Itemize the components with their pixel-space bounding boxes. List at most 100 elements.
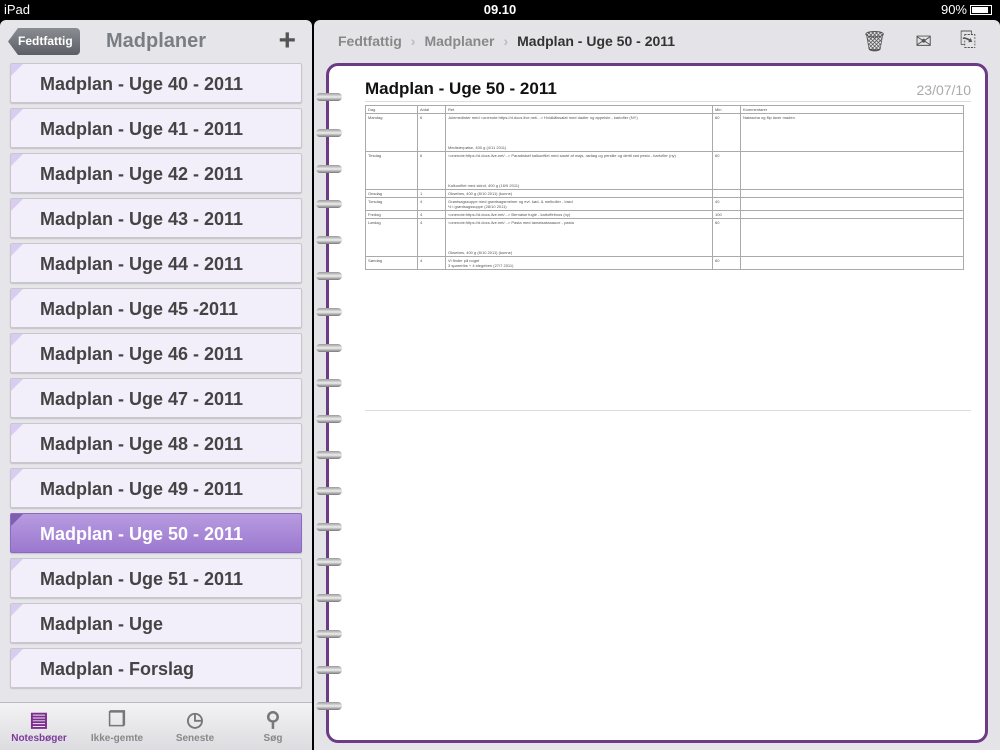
tab-label: Søg — [263, 733, 283, 744]
plus-icon[interactable]: + — [278, 24, 296, 58]
search-icon: ⚲ — [265, 709, 281, 731]
table-cell[interactable] — [740, 189, 964, 198]
ring — [316, 93, 342, 101]
table-cell[interactable]: Fredag — [365, 210, 418, 219]
ring — [316, 594, 342, 603]
sidebar-item[interactable]: Madplan - Uge 41 - 2011 — [10, 108, 302, 148]
column-header: Kommentarer — [740, 105, 964, 114]
ring — [316, 236, 342, 245]
mail-icon[interactable]: ✉ — [915, 29, 932, 54]
sidebar-item[interactable]: Madplan - Uge 40 - 2011 — [10, 63, 302, 103]
table-cell[interactable] — [740, 256, 964, 270]
ring — [316, 451, 342, 459]
table-cell[interactable]: <onenote:https://d.docs.live.net/...> Pa… — [445, 151, 713, 190]
table-row: Fredag 4 <onenote:https://d.docs.live.net/… — [365, 210, 964, 219]
page-title: Madplan - Uge 50 - 2011 — [365, 79, 557, 98]
table-row: Onsdag 1 Oksefars, 400 g (8/10 2011) (kunn… — [365, 189, 964, 198]
sidebar-item[interactable]: Madplan - Uge 45 -2011 — [10, 288, 302, 328]
table-cell[interactable]: Julemedister med <onenote:https://d.docs… — [445, 113, 713, 152]
notebook-icon: ▤ — [29, 709, 49, 731]
tab-bar: ▤ Notesbøger ❐ Ikke-gemte ◷ Seneste ⚲ Søg — [0, 702, 312, 750]
new-page-icon[interactable]: ⎘ — [960, 29, 976, 54]
ring — [316, 522, 342, 531]
breadcrumb-section[interactable]: Madplaner — [424, 33, 494, 49]
sidebar-item[interactable]: Madplan - Uge 46 - 2011 — [10, 333, 302, 373]
ring — [316, 164, 342, 173]
table-row: Søndag 4 Vi finder på noget 3 spareribs + … — [365, 256, 964, 270]
breadcrumb-notebook[interactable]: Fedtfattig — [338, 33, 402, 49]
page-date: 23/07/10 — [916, 82, 972, 98]
table-cell[interactable]: <onenote:https://d.docs.live.net/...> Pa… — [445, 218, 713, 257]
ring — [316, 701, 342, 710]
table-cell[interactable] — [712, 189, 741, 198]
divider — [365, 410, 971, 411]
divider — [365, 101, 971, 102]
battery: 90% — [941, 2, 992, 17]
table-cell[interactable]: 60 — [712, 113, 741, 152]
table-cell[interactable]: Vi finder på noget 3 spareribs + 4 stege… — [445, 256, 713, 270]
table-cell[interactable]: 60 — [712, 256, 741, 270]
sidebar-item[interactable]: Madplan - Uge — [10, 603, 302, 643]
sidebar: Fedtfattig Madplaner + Madplan - Uge 40 … — [0, 20, 312, 750]
table-cell[interactable]: 4 — [417, 210, 446, 219]
sidebar-item[interactable]: Madplan - Uge 48 - 2011 — [10, 423, 302, 463]
ring — [316, 630, 342, 638]
sidebar-item[interactable]: Madplan - Uge 51 - 2011 — [10, 558, 302, 598]
sidebar-item[interactable]: Madplan - Uge 47 - 2011 — [10, 378, 302, 418]
table-row: Torsdag 4 Grøntsagssuppe med grøntsagsmeln… — [365, 197, 964, 211]
sidebar-item[interactable]: Madplan - Uge 44 - 2011 — [10, 243, 302, 283]
page-view: Fedtfattig › Madplaner › Madplan - Uge 50 - … — [314, 20, 1000, 750]
tab-clock[interactable]: ◷ Seneste — [156, 703, 234, 750]
sidebar-item[interactable]: Madplan - Uge 50 - 2011 — [10, 513, 302, 553]
table-cell[interactable]: 4 — [417, 218, 446, 257]
table-cell[interactable]: Lørdag — [365, 218, 418, 257]
table-cell[interactable]: 4 — [417, 197, 446, 211]
sidebar-item[interactable]: Madplan - Uge 42 - 2011 — [10, 153, 302, 193]
tab-label: Notesbøger — [11, 733, 67, 744]
table-cell[interactable]: Søndag — [365, 256, 418, 270]
ring — [316, 128, 342, 137]
table-cell[interactable]: 6 — [417, 151, 446, 190]
table-cell[interactable]: Torsdag — [365, 197, 418, 211]
trash-icon[interactable]: 🗑 — [862, 29, 887, 54]
table-cell[interactable] — [740, 218, 964, 257]
table-cell[interactable]: <onenote:https://d.docs.live.net/...> Be… — [445, 210, 713, 219]
table-cell[interactable]: Mandag — [365, 113, 418, 152]
table-cell[interactable] — [740, 151, 964, 190]
table-cell[interactable]: 6 — [417, 113, 446, 152]
table-cell[interactable]: 60 — [712, 151, 741, 190]
table-row: Tirsdag 6 <onenote:https://d.docs.live.net… — [365, 151, 964, 190]
tab-label: Seneste — [175, 733, 215, 744]
tab-documents[interactable]: ❐ Ikke-gemte — [78, 703, 156, 750]
table-cell[interactable] — [740, 197, 964, 211]
sidebar-title: Madplaner — [105, 30, 207, 52]
documents-icon: ❐ — [108, 709, 126, 731]
sidebar-item[interactable]: Madplan - Uge 49 - 2011 — [10, 468, 302, 508]
table-cell[interactable]: Onsdag — [365, 189, 418, 198]
table-cell[interactable]: 100 — [712, 210, 741, 219]
status-bar: iPad 09.10 90% — [0, 0, 1000, 20]
table-cell[interactable]: 4 — [417, 256, 446, 270]
tab-notebook[interactable]: ▤ Notesbøger — [0, 703, 78, 750]
ring — [316, 272, 342, 280]
sidebar-navbar: Fedtfattig Madplaner + — [0, 20, 312, 62]
sidebar-item[interactable]: Madplan - Forslag — [10, 648, 302, 688]
table-cell[interactable]: Tirsdag — [365, 151, 418, 190]
ring — [316, 665, 342, 674]
meal-plan-table: Dag Antal Ret Min Kommentarer Mandag 6 Julemedi… — [365, 105, 964, 270]
table-cell[interactable] — [740, 210, 964, 219]
ring — [316, 343, 342, 352]
breadcrumb-page: Madplan - Uge 50 - 2011 — [517, 33, 676, 49]
ring — [316, 486, 342, 495]
table-cell[interactable]: 60 — [712, 218, 741, 257]
tab-search[interactable]: ⚲ Søg — [234, 703, 312, 750]
table-cell[interactable]: 1 — [417, 189, 446, 198]
table-cell[interactable]: Oksefars, 400 g (8/10 2011) (kunne) — [445, 189, 713, 198]
column-header: Dag — [365, 105, 418, 114]
note-page: Madplan - Uge 50 - 2011 23/07/10 Dag Anta… — [326, 63, 988, 743]
table-cell[interactable]: 40 — [712, 197, 741, 211]
table-cell[interactable]: Grøntsagssuppe med grøntsagsmelner og ev… — [445, 197, 713, 211]
table-cell[interactable]: Natascha og flip laver maden — [740, 113, 964, 152]
sidebar-item[interactable]: Madplan - Uge 43 - 2011 — [10, 198, 302, 238]
column-header: Ret — [445, 105, 713, 114]
